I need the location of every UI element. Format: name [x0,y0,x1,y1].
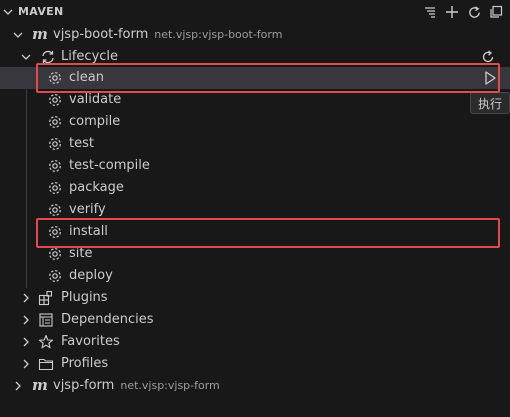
chevron-down-icon[interactable] [2,6,14,18]
phase-row[interactable]: deploy [0,265,510,287]
maven-logo-icon: m [32,25,48,43]
run-tooltip: 执行 [470,92,510,114]
favorites-label: Favorites [61,334,120,349]
panel-title: MAVEN [18,5,64,18]
dependencies-node[interactable]: Dependencies [0,309,510,331]
phase-label: compile [69,114,121,129]
refresh-icon[interactable] [466,4,482,20]
project-node-vjsp-form[interactable]: m vjsp-form net.vjsp:vjsp-form [0,375,510,397]
maven-logo-icon: m [32,376,48,394]
chevron-down-icon[interactable] [12,29,24,41]
phase-row[interactable]: test [0,133,510,155]
phase-label: validate [69,92,122,107]
chevron-right-icon[interactable] [20,336,32,348]
chevron-down-icon[interactable] [20,51,32,63]
profiles-node[interactable]: Profiles [0,353,510,375]
gear-icon [49,270,61,282]
phase-label: verify [69,202,106,217]
project-name: vjsp-boot-form [53,27,149,42]
phase-row[interactable]: package [0,177,510,199]
new-window-icon[interactable] [488,4,504,20]
dependencies-label: Dependencies [61,312,154,327]
phase-label: package [69,180,124,195]
highlight-install [36,218,500,248]
phase-label: site [69,246,93,261]
add-icon[interactable] [444,4,460,20]
maven-panel-header[interactable]: MAVEN [0,0,510,24]
gear-icon [49,160,61,172]
plugins-label: Plugins [61,290,108,305]
chevron-right-icon[interactable] [20,314,32,326]
project-gav: net.vjsp:vjsp-form [120,379,220,392]
header-actions [422,4,504,20]
gear-icon [49,94,61,106]
favorites-node[interactable]: Favorites [0,331,510,353]
project-gav: net.vjsp:vjsp-boot-form [154,28,283,41]
project-node-vjsp-boot-form[interactable]: m vjsp-boot-form net.vjsp:vjsp-boot-form [0,24,510,46]
phase-label: deploy [69,268,113,283]
phase-label: test-compile [69,158,150,173]
gear-icon [49,204,61,216]
phase-label: test [69,136,94,151]
star-icon [38,334,54,349]
profiles-label: Profiles [61,356,109,371]
extensions-icon [38,290,53,306]
gear-icon [49,182,61,194]
collapse-all-icon[interactable] [422,4,438,20]
library-icon [39,313,53,327]
highlight-clean [36,63,500,93]
folder-icon [38,358,54,371]
lifecycle-label: Lifecycle [61,49,119,64]
gear-icon [49,138,61,150]
phase-row[interactable]: test-compile [0,155,510,177]
gear-icon [49,116,61,128]
project-name: vjsp-form [53,378,115,393]
gear-icon [49,248,61,260]
phase-row[interactable]: compile [0,111,510,133]
chevron-right-icon[interactable] [20,292,32,304]
plugins-node[interactable]: Plugins [0,287,510,309]
chevron-right-icon[interactable] [20,358,32,370]
chevron-right-icon[interactable] [12,380,24,392]
